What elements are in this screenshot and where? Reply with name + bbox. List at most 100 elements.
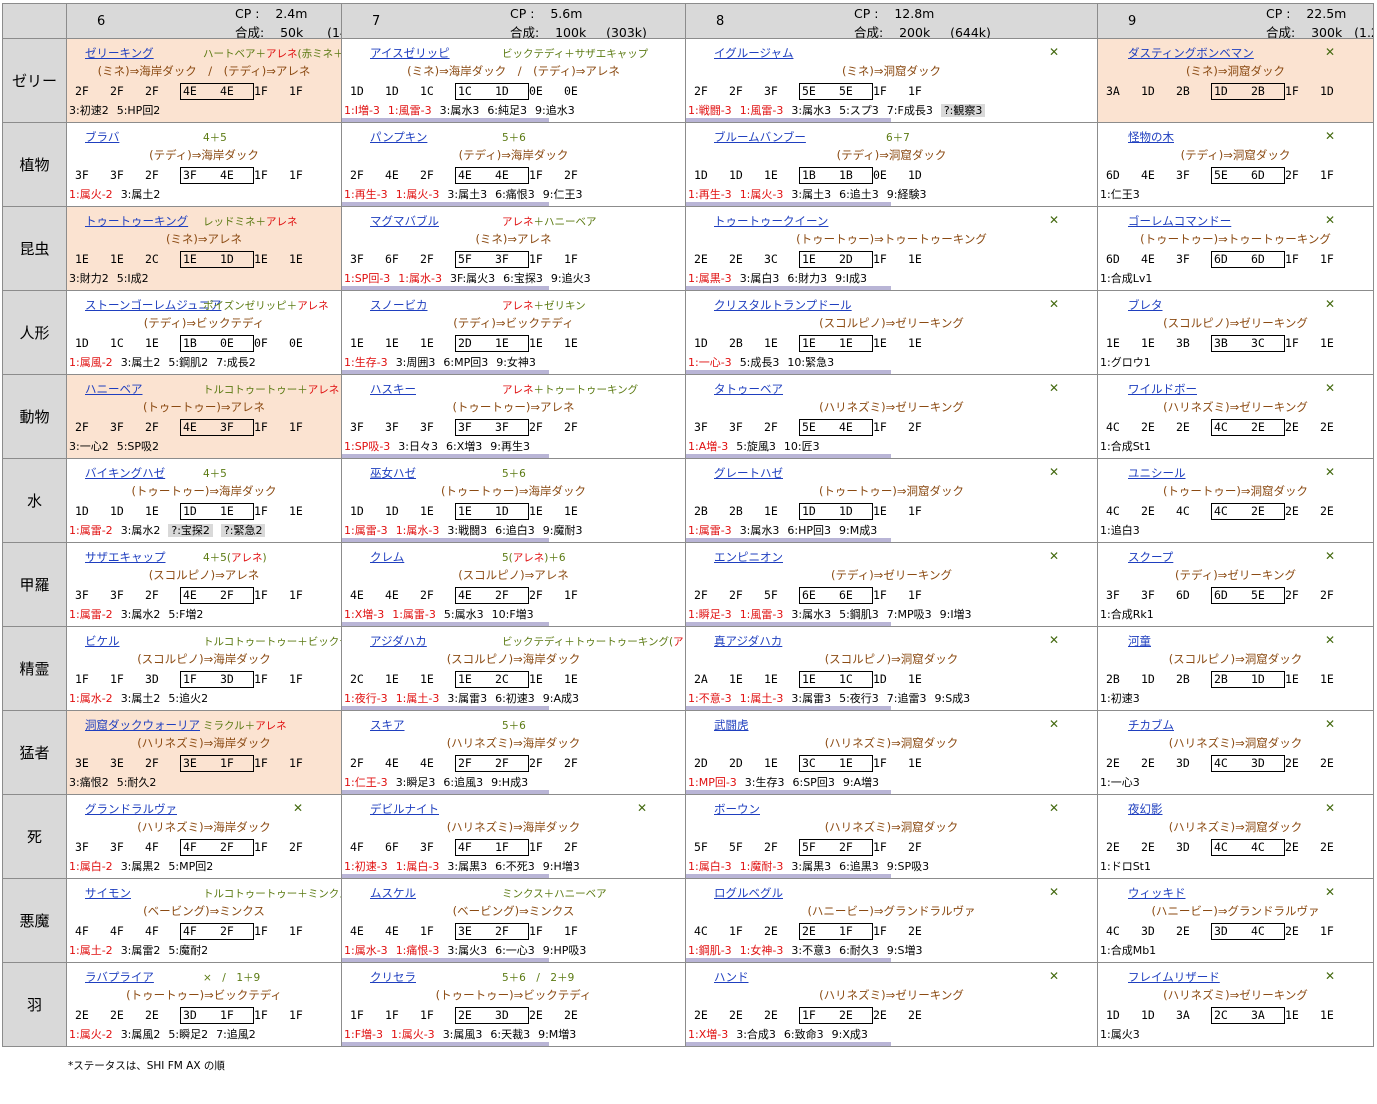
monster-name-link[interactable]: ログルベグル xyxy=(714,885,783,901)
stat-value: 4C xyxy=(1176,504,1190,518)
monster-name-link[interactable]: スキア xyxy=(370,717,405,733)
monster-name-link[interactable]: ハニーベア xyxy=(85,381,143,397)
monster-name-link[interactable]: サイモン xyxy=(85,885,131,901)
stat-value: 1F xyxy=(1285,252,1299,266)
monster-name-link[interactable]: 真アジダハカ xyxy=(714,633,782,649)
skill-item: 1:属土-3 xyxy=(395,692,440,705)
stat-value: 1E xyxy=(529,672,543,686)
monster-name-link[interactable]: ムスケル xyxy=(370,885,416,901)
monster-name-link[interactable]: ゼリーキング xyxy=(85,45,154,61)
category-row: 甲羅 サザエキャップ 4＋5(アレネ) (スコルピノ)⇒アレネ 3F 3F 2F 4E 2F 1F… xyxy=(2,542,1374,627)
stat-value: 1E xyxy=(75,252,89,266)
monster-name-link[interactable]: ダスティングボンベマン xyxy=(1128,45,1254,61)
monster-name-link[interactable]: ブラバ xyxy=(85,129,119,145)
stat-value: 3F xyxy=(75,168,89,182)
monster-name-link[interactable]: ボーウン xyxy=(714,801,760,817)
stat-value: 2E xyxy=(729,252,743,266)
monster-name-link[interactable]: ハンド xyxy=(714,969,749,985)
category-row: 精霊 ビケル トルコトゥートゥー＋ビックテディ (スコルピノ)⇒海岸ダック 1F 1F 3D… xyxy=(2,626,1374,711)
stat-box: 3E 1F xyxy=(180,755,254,772)
evolution-chain: (ハニービー)⇒グランドラルヴァ xyxy=(807,904,976,918)
monster-name-link[interactable]: サザエキャップ xyxy=(85,549,166,565)
monster-cell: ストーンゴーレムジュニア ポイズンゼリッピ＋アレネ (テディ)⇒ビックテディ 1D 1C… xyxy=(66,290,342,375)
monster-name-link[interactable]: ビケル xyxy=(85,633,120,649)
row-label: 羽 xyxy=(2,962,67,1047)
monster-name-link[interactable]: トゥートゥーキング xyxy=(85,213,188,229)
monster-cell: イグルージャム ✕ (ミネ)⇒洞窟ダック 2F 2F 3F 5E 5E 1F 1F 1:戦闘-3 1:… xyxy=(685,38,1098,123)
monster-name-link[interactable]: 巫女ハゼ xyxy=(370,465,416,481)
skill-item: 3:属水3 xyxy=(739,524,780,537)
monster-name-link[interactable]: クリスタルトランプドール xyxy=(714,297,852,313)
monster-name-link[interactable]: トゥートゥークイーン xyxy=(714,213,828,229)
stat-value: 2E xyxy=(908,1008,922,1022)
monster-name-link[interactable]: 夜幻影 xyxy=(1128,801,1163,817)
monster-name-link[interactable]: アジダハカ xyxy=(370,633,427,649)
skill-item: 9:仁王3 xyxy=(542,188,583,201)
stat-value: 2D xyxy=(729,756,743,770)
category-row: 死 グランドラルヴァ ✕ (ハリネズミ)⇒海岸ダック 3F 3F 4F 4F 2F 1F 2F 1:属… xyxy=(2,794,1374,879)
skill-item: 5:鋼肌3 xyxy=(839,608,879,621)
skill-line: 1:属風-2 3:属土2 5:鋼肌2 7:成長2 xyxy=(69,354,264,371)
stat-value: 1E xyxy=(385,336,399,350)
stat-line: 1D 1D 1C 1C 1D 0E 0E xyxy=(350,83,599,100)
monster-name-link[interactable]: 洞窟ダックウォーリア xyxy=(85,717,200,733)
skill-item: 5:HP回2 xyxy=(116,104,161,117)
monster-name-link[interactable]: デビルナイト xyxy=(370,801,439,817)
monster-name-link[interactable]: パンプキン xyxy=(370,129,427,145)
stat-value: 1E xyxy=(1285,672,1299,686)
skill-item: 3:属黒3 xyxy=(447,860,488,873)
monster-name-link[interactable]: タトゥーベア xyxy=(714,381,783,397)
stat-value: 2F xyxy=(1285,588,1299,602)
monster-name-link[interactable]: グレートハゼ xyxy=(714,465,783,481)
stat-value: 4C xyxy=(1106,924,1120,938)
monster-name-link[interactable]: バイキングハゼ xyxy=(85,465,165,481)
stat-value: 2E xyxy=(458,1008,472,1022)
monster-name-link[interactable]: ユニシール xyxy=(1128,465,1186,481)
evolution-chain: (スコルピノ)⇒アレネ xyxy=(148,568,260,582)
monster-name-link[interactable]: ラバプライア xyxy=(85,969,154,985)
stat-value: 5F xyxy=(764,588,778,602)
monster-name-link[interactable]: イグルージャム xyxy=(714,45,793,61)
skill-line: 1:属土-2 3:属雷2 5:魔耐2 xyxy=(69,942,216,959)
stat-box: 4C 4C xyxy=(1211,839,1285,856)
monster-name-link[interactable]: ハスキー xyxy=(370,381,416,397)
stat-line: 4F 4F 4F 4F 2F 1F 1F xyxy=(75,923,324,940)
skill-item: 6:SP回3 xyxy=(792,776,835,789)
skill-item: 5:魔耐2 xyxy=(168,944,209,957)
monster-name-link[interactable]: フレイムリザード xyxy=(1128,969,1220,985)
skill-item: 6:耐久3 xyxy=(839,944,879,957)
monster-name-link[interactable]: ゴーレムコマンドー xyxy=(1128,213,1231,229)
monster-name-link[interactable]: ワイルドボー xyxy=(1128,381,1197,397)
skill-item: 1:属雷-2 xyxy=(69,608,113,621)
monster-name-link[interactable]: クリセラ xyxy=(370,969,416,985)
row-label: 猛者 xyxy=(2,710,67,795)
monster-name-link[interactable]: ウィッキド xyxy=(1128,885,1186,901)
monster-name-link[interactable]: 河童 xyxy=(1128,633,1151,649)
evolution-chain: (テディ)⇒海岸ダック xyxy=(458,148,569,162)
monster-name-link[interactable]: 怪物の木 xyxy=(1128,129,1174,145)
stat-value: 1E xyxy=(764,756,778,770)
monster-name-link[interactable]: クレム xyxy=(370,549,404,565)
monster-name-link[interactable]: 武闘虎 xyxy=(714,717,749,733)
skill-line: 3:一心2 5:SP吸2 xyxy=(69,438,167,455)
monster-name-link[interactable]: アイスゼリッピ xyxy=(370,45,450,61)
recipe-text: トルコトゥートゥー＋ミンクス xyxy=(203,886,341,901)
monster-name-link[interactable]: エンピニオン xyxy=(714,549,783,565)
monster-name-link[interactable]: ブレタ xyxy=(1128,297,1163,313)
recipe-part: 4＋5 xyxy=(203,132,227,144)
cross-mark-icon: ✕ xyxy=(1324,129,1335,143)
monster-name-link[interactable]: チカブム xyxy=(1128,717,1174,733)
monster-name-link[interactable]: スクープ xyxy=(1128,549,1173,565)
monster-cell: エンピニオン ✕ (テディ)⇒ゼリーキング 2F 2F 5F 6E 6E 1F 1F 1:瞬足-3 1… xyxy=(685,542,1098,627)
monster-name-link[interactable]: ブルームバンブー xyxy=(714,129,806,145)
skill-item: 1:初速3 xyxy=(1100,692,1140,705)
recipe-text: トルコトゥートゥー＋ビックテディ xyxy=(203,634,341,649)
monster-name-link[interactable]: スノービカ xyxy=(370,297,428,313)
skill-item: 5:属水3 xyxy=(443,608,484,621)
recipe-highlight: アレネ xyxy=(266,216,298,228)
monster-name-link[interactable]: マグマバブル xyxy=(370,213,439,229)
skill-item: 3:生存3 xyxy=(744,776,785,789)
monster-name-link[interactable]: グランドラルヴァ xyxy=(85,801,177,817)
skill-underbar xyxy=(686,706,891,710)
monster-name-link[interactable]: ストーンゴーレムジュニア xyxy=(85,297,221,313)
